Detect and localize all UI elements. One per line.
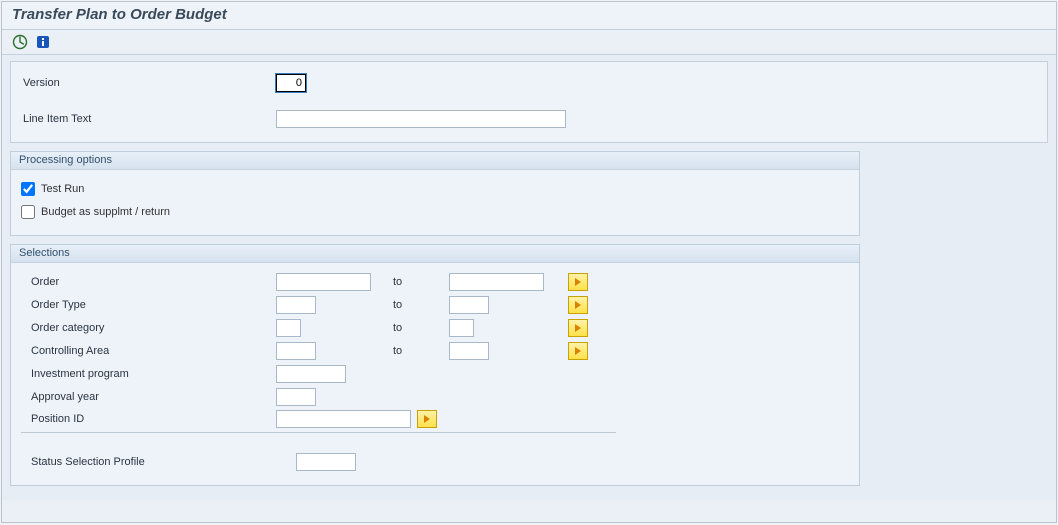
selections-title: Selections — [11, 245, 859, 263]
budget-supplement-checkbox[interactable] — [21, 205, 35, 219]
to-label: to — [371, 322, 449, 334]
selections-group: Selections Order to Order Type to — [10, 244, 860, 486]
order-from-input[interactable] — [276, 273, 371, 291]
test-run-label: Test Run — [41, 183, 84, 195]
page-title: Transfer Plan to Order Budget — [2, 2, 1056, 30]
toolbar — [2, 30, 1056, 55]
order-category-to-input[interactable] — [449, 319, 474, 337]
approval-year-input[interactable] — [276, 388, 316, 406]
investment-program-label: Investment program — [21, 368, 276, 380]
status-selection-profile-label: Status Selection Profile — [21, 456, 296, 468]
content-area: Version Line Item Text Processing option… — [2, 55, 1056, 500]
arrow-right-icon — [575, 278, 581, 286]
version-input[interactable] — [276, 74, 306, 92]
to-label: to — [371, 345, 449, 357]
processing-options-group: Processing options Test Run Budget as su… — [10, 151, 860, 236]
controlling-area-label: Controlling Area — [21, 345, 276, 357]
version-label: Version — [21, 77, 276, 89]
order-category-from-input[interactable] — [276, 319, 301, 337]
execute-icon — [12, 34, 28, 50]
line-item-text-label: Line Item Text — [21, 113, 276, 125]
order-type-from-input[interactable] — [276, 296, 316, 314]
order-type-label: Order Type — [21, 299, 276, 311]
to-label: to — [371, 299, 449, 311]
info-icon — [36, 35, 50, 49]
arrow-right-icon — [575, 324, 581, 332]
position-id-input[interactable] — [276, 410, 411, 428]
position-id-label: Position ID — [21, 413, 276, 425]
order-category-multiple-button[interactable] — [568, 319, 588, 337]
position-id-multiple-button[interactable] — [417, 410, 437, 428]
status-selection-profile-input[interactable] — [296, 453, 356, 471]
approval-year-label: Approval year — [21, 391, 276, 403]
arrow-right-icon — [424, 415, 430, 423]
order-type-multiple-button[interactable] — [568, 296, 588, 314]
app-window: Transfer Plan to Order Budget — [1, 1, 1057, 523]
order-label: Order — [21, 276, 276, 288]
line-item-text-input[interactable] — [276, 110, 566, 128]
execute-button[interactable] — [10, 33, 30, 51]
budget-supplement-label: Budget as supplmt / return — [41, 206, 170, 218]
processing-options-title: Processing options — [11, 152, 859, 170]
controlling-area-multiple-button[interactable] — [568, 342, 588, 360]
order-type-to-input[interactable] — [449, 296, 489, 314]
to-label: to — [371, 276, 449, 288]
controlling-area-to-input[interactable] — [449, 342, 489, 360]
info-button[interactable] — [34, 34, 52, 50]
order-multiple-button[interactable] — [568, 273, 588, 291]
header-fields-block: Version Line Item Text — [10, 61, 1048, 143]
order-to-input[interactable] — [449, 273, 544, 291]
investment-program-input[interactable] — [276, 365, 346, 383]
arrow-right-icon — [575, 301, 581, 309]
controlling-area-from-input[interactable] — [276, 342, 316, 360]
test-run-checkbox[interactable] — [21, 182, 35, 196]
arrow-right-icon — [575, 347, 581, 355]
order-category-label: Order category — [21, 322, 276, 334]
